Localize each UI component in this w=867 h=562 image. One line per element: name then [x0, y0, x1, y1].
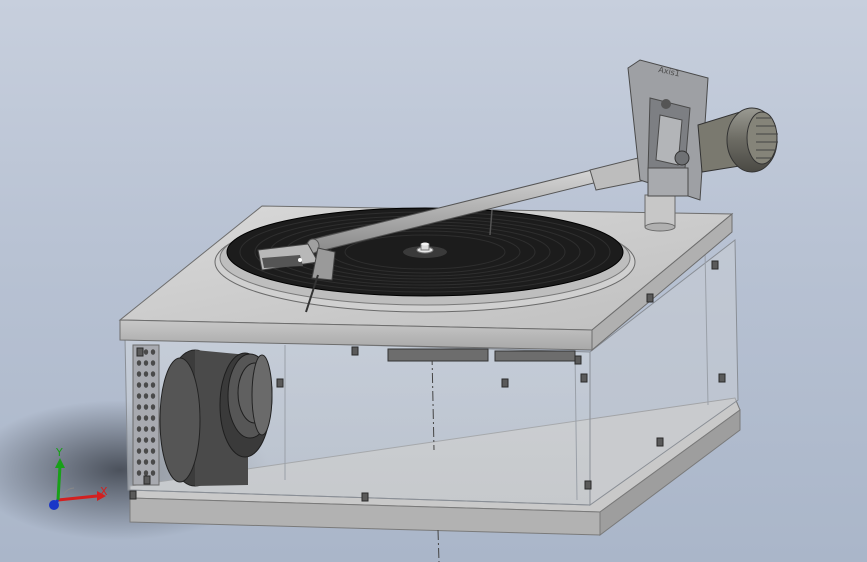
vent-hole	[150, 437, 156, 443]
vent-hole	[143, 437, 149, 443]
vent-hole	[136, 393, 142, 399]
module-box-right	[494, 350, 576, 362]
module-box-left	[387, 348, 489, 362]
vent-hole	[143, 470, 149, 476]
vent-hole	[136, 437, 142, 443]
screw	[656, 437, 664, 447]
screw	[129, 490, 137, 500]
cad-viewport[interactable]: Axis1 X Y	[0, 0, 867, 562]
screw	[646, 293, 654, 303]
vent-hole	[150, 349, 156, 355]
screw	[276, 378, 284, 388]
triad-y-axis	[56, 465, 62, 501]
counterweight[interactable]	[697, 107, 778, 173]
vent-hole	[143, 382, 149, 388]
vent-hole	[136, 371, 142, 377]
vent-hole	[136, 470, 142, 476]
vent-hole	[150, 371, 156, 377]
screw	[584, 480, 592, 490]
vent-hole	[136, 459, 142, 465]
tonearm-base[interactable]	[644, 194, 676, 232]
vent-hole	[136, 426, 142, 432]
vent-hole	[150, 404, 156, 410]
center-axis-line-lower	[437, 529, 440, 562]
screw	[574, 355, 582, 365]
tonearm-gimbal[interactable]: Axis1	[627, 59, 709, 201]
screw	[718, 373, 726, 383]
vent-hole	[143, 459, 149, 465]
vent-hole	[136, 404, 142, 410]
vent-hole	[150, 415, 156, 421]
vent-hole	[150, 393, 156, 399]
screw	[351, 346, 359, 356]
vent-hole	[136, 415, 142, 421]
vent-hole	[143, 426, 149, 432]
vent-hole	[150, 426, 156, 432]
triad-x-label: X	[100, 485, 108, 498]
triad-origin	[49, 500, 59, 510]
vent-hole	[143, 393, 149, 399]
vent-hole	[143, 404, 149, 410]
turntable-model[interactable]: Axis1 X Y	[0, 0, 867, 562]
vent-hole	[150, 470, 156, 476]
vent-hole	[136, 360, 142, 366]
vent-hole	[150, 360, 156, 366]
screw	[501, 378, 509, 388]
screw	[580, 373, 588, 383]
vent-hole	[143, 349, 149, 355]
vent-hole	[143, 448, 149, 454]
vent-hole	[136, 448, 142, 454]
vent-hole	[150, 382, 156, 388]
vent-hole	[150, 448, 156, 454]
vent-hole	[143, 415, 149, 421]
screw	[361, 492, 369, 502]
vent-hole	[136, 382, 142, 388]
vent-hole	[150, 459, 156, 465]
screw	[136, 347, 144, 357]
triad-y-label: Y	[55, 446, 63, 459]
vent-hole	[143, 371, 149, 377]
vent-hole	[143, 360, 149, 366]
screw	[143, 475, 151, 485]
screw	[711, 260, 719, 270]
